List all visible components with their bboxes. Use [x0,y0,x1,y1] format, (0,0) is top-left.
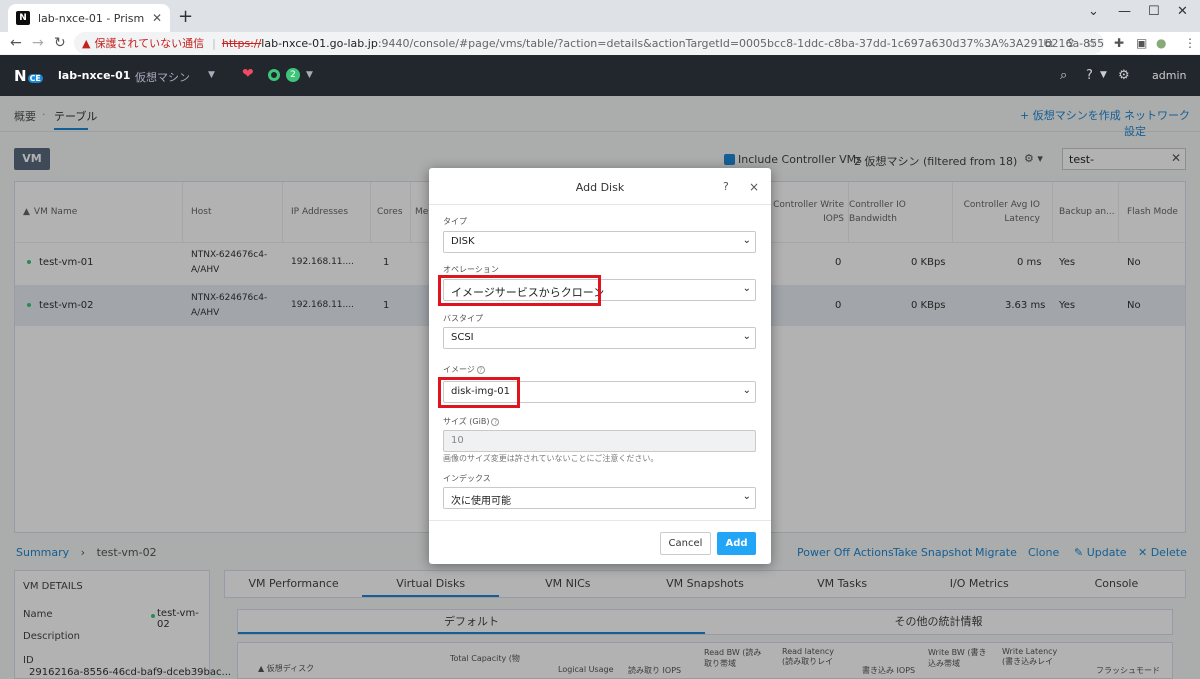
url-scheme: https:// [221,36,262,50]
prism-header: N CE lab-nxce-01 仮想マシン ▼ ❤ 2 ▼ ⌕ ? ▼ ⚙ ad… [0,55,1200,96]
minimize-icon[interactable]: — [1118,4,1131,19]
main-menu-select[interactable]: 仮想マシン [135,69,190,85]
cancel-button[interactable]: Cancel [660,532,711,555]
size-input: 10 [443,430,756,452]
menu-kebab-icon[interactable]: ⋮ [1184,36,1196,50]
url-host: lab-nxce-01.go-lab.jp [261,36,378,50]
bookmark-star-icon[interactable]: ☆ [1086,36,1097,50]
maximize-icon[interactable]: ☐ [1148,4,1160,19]
divider [429,204,771,205]
browser-tab-bar: N lab-nxce-01 - Prism Element ✕ + ⌄ — ☐ … [0,0,1200,32]
divider [429,520,771,521]
type-select[interactable]: DISK ⌄ [443,231,756,253]
user-menu[interactable]: admin [1152,69,1186,82]
chevron-down-icon: ⌄ [742,331,751,342]
translate-icon[interactable]: ⧉ [1044,36,1053,51]
new-tab-icon[interactable]: + [178,6,193,27]
bus-type-select[interactable]: SCSI ⌄ [443,327,756,349]
tab-close-icon[interactable]: ✕ [152,11,162,25]
index-label: インデックス [443,474,491,483]
add-button[interactable]: Add [717,532,756,555]
chevron-down-icon: ⌄ [742,385,751,396]
add-disk-dialog: Add Disk ? × タイプ DISK ⌄ オペレーション イメージサービスか… [429,168,771,564]
alert-count-badge[interactable]: 2 [286,68,300,82]
forward-icon[interactable]: → [32,35,44,51]
profile-avatar-icon[interactable]: ● [1156,36,1166,50]
chevron-down-icon[interactable]: ▼ [208,70,215,80]
share-icon[interactable]: ⇪ [1066,36,1076,50]
address-bar[interactable]: ▲ 保護されていない通信 | https:// lab-nxce-01.go-l… [74,32,1104,54]
bus-type-label: バスタイプ [443,314,483,323]
warning-icon: ▲ [82,36,91,50]
sidepanel-icon[interactable]: ▣ [1136,36,1147,50]
browser-tab[interactable]: N lab-nxce-01 - Prism Element ✕ [8,4,170,32]
window-close-icon[interactable]: ✕ [1177,4,1188,19]
operation-label: オペレーション [443,265,499,274]
gear-icon[interactable]: ⚙ [1118,68,1130,83]
chevron-down-icon[interactable]: ⌄ [1088,4,1099,19]
help-icon[interactable]: ? [1086,68,1093,83]
chevron-down-icon: ⌄ [742,491,751,502]
health-heart-icon[interactable]: ❤ [242,66,254,82]
extensions-icon[interactable]: ✚ [1114,36,1124,50]
help-icon[interactable]: ? [723,180,729,193]
logo-badge: CE [27,74,43,83]
dialog-title: Add Disk [575,181,625,194]
index-select[interactable]: 次に使用可能 ⌄ [443,487,756,509]
chevron-down-icon[interactable]: ▼ [1100,70,1107,80]
type-label: タイプ [443,217,467,226]
chevron-down-icon[interactable]: ▼ [306,70,313,80]
chevron-down-icon: ⌄ [742,283,751,294]
prism-favicon-icon: N [16,11,30,25]
info-icon: ? [491,417,500,426]
browser-toolbar: ← → ↻ ▲ 保護されていない通信 | https:// lab-nxce-0… [0,32,1200,54]
reload-icon[interactable]: ↻ [54,35,66,51]
tab-title: lab-nxce-01 - Prism Element [38,11,144,25]
highlight-box [438,377,520,408]
size-label: サイズ (GiB)? [443,416,500,427]
info-icon: ? [476,365,485,374]
security-warning[interactable]: 保護されていない通信 [94,35,204,51]
cluster-name: lab-nxce-01 [58,69,131,82]
size-note: 画像のサイズ変更は許されていないことにご注意ください。 [443,454,659,463]
search-icon[interactable]: ⌕ [1060,68,1067,83]
highlight-box [438,275,601,306]
close-icon[interactable]: × [749,180,759,194]
nutanix-logo-icon[interactable]: N CE [14,67,43,85]
image-label: イメージ? [443,364,485,375]
alert-ring-icon[interactable] [268,69,280,81]
url-path: :9440/console/#page/vms/table/?action=de… [377,36,1104,50]
back-icon[interactable]: ← [10,35,22,51]
chevron-down-icon: ⌄ [742,235,751,246]
